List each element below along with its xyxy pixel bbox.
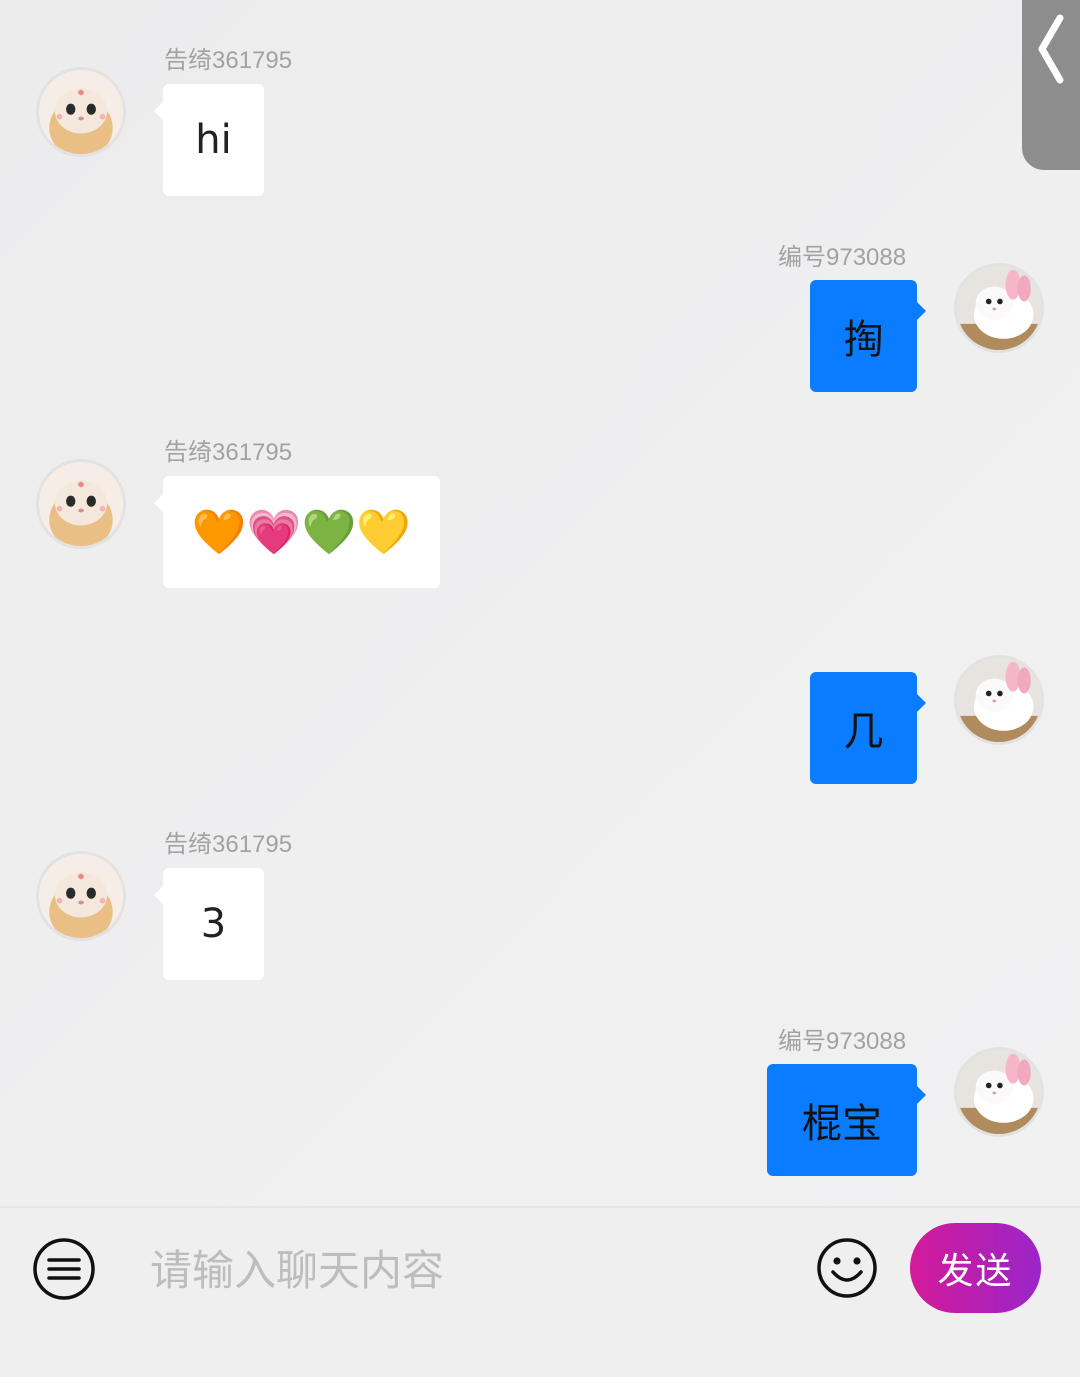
avatar[interactable]	[36, 851, 126, 941]
sender-name: 告绮361795	[164, 439, 293, 466]
emoji-button[interactable]	[816, 1237, 878, 1299]
back-button[interactable]	[1022, 0, 1080, 170]
sender-name: 编号973088	[778, 1028, 907, 1055]
message-bubble[interactable]: hi	[154, 84, 264, 196]
menu-icon	[33, 1238, 95, 1300]
message-bubble[interactable]: 🧡💗💚💛	[154, 476, 440, 588]
send-button[interactable]: 发送	[910, 1223, 1041, 1313]
menu-button[interactable]	[32, 1237, 96, 1301]
avatar[interactable]	[954, 263, 1044, 353]
avatar[interactable]	[954, 1047, 1044, 1137]
sender-name: 编号973088	[778, 244, 907, 271]
message-bubble[interactable]: 掏	[810, 280, 926, 392]
smiley-icon	[817, 1238, 877, 1298]
composer-bar: 发送	[0, 1206, 1080, 1377]
message-bubble[interactable]: 几	[810, 672, 926, 784]
message-bubble[interactable]: 棍宝	[767, 1064, 926, 1176]
chevron-left-icon	[1038, 14, 1064, 84]
message-input[interactable]	[150, 1238, 790, 1302]
avatar[interactable]	[954, 655, 1044, 745]
sender-name: 告绮361795	[164, 47, 293, 74]
avatar[interactable]	[36, 459, 126, 549]
sender-name: 告绮361795	[164, 831, 293, 858]
avatar[interactable]	[36, 67, 126, 157]
message-bubble[interactable]: 3	[154, 868, 264, 980]
chat-area[interactable]: 告绮361795 hi 编号973088 掏 告绮361795 🧡💗💚💛 几 告…	[0, 0, 1080, 1206]
